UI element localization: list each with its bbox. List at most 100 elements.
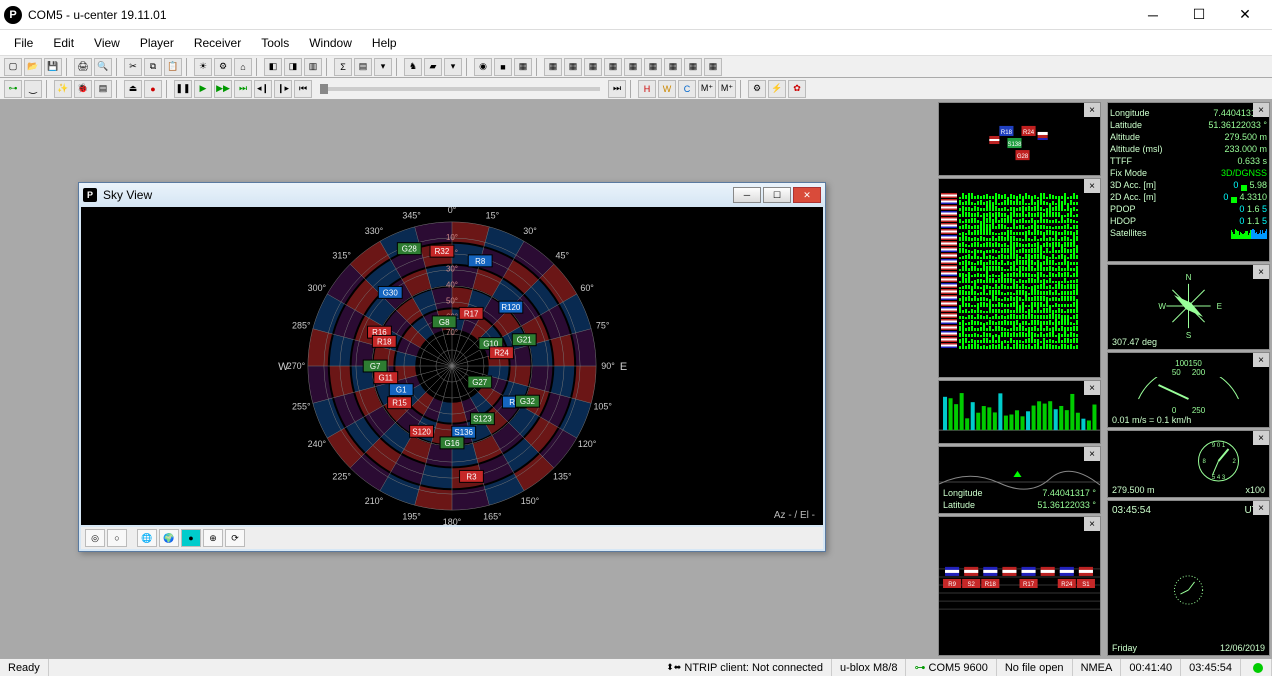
m-icon[interactable]: M⁺ xyxy=(698,80,716,98)
eject-icon[interactable]: ⏏ xyxy=(124,80,142,98)
warm-icon[interactable]: W xyxy=(658,80,676,98)
menu-file[interactable]: File xyxy=(4,32,43,54)
tool-icon[interactable]: ▤ xyxy=(354,58,372,76)
menu-view[interactable]: View xyxy=(84,32,130,54)
prev-icon[interactable]: ⏮ xyxy=(294,80,312,98)
val: 0 xyxy=(1239,204,1244,214)
pulse-icon[interactable]: ⏝ xyxy=(24,80,42,98)
panel-close-icon[interactable]: × xyxy=(1084,103,1100,117)
panel-close-icon[interactable]: × xyxy=(1253,353,1269,367)
step-back-icon[interactable]: ◂❙ xyxy=(254,80,272,98)
globe-icon[interactable]: 🌍 xyxy=(159,529,179,547)
tool-icon[interactable]: ▦ xyxy=(644,58,662,76)
svg-text:R18: R18 xyxy=(985,582,997,588)
m-icon[interactable]: M⁺ xyxy=(718,80,736,98)
menu-tools[interactable]: Tools xyxy=(251,32,299,54)
tool-icon[interactable]: ⌂ xyxy=(234,58,252,76)
tool-icon[interactable]: ⚙ xyxy=(214,58,232,76)
bug-icon[interactable]: 🐞 xyxy=(74,80,92,98)
cold-icon[interactable]: C xyxy=(678,80,696,98)
copy-icon[interactable]: ⧉ xyxy=(144,58,162,76)
svg-text:225°: 225° xyxy=(332,471,351,481)
tool-icon[interactable]: ▦ xyxy=(704,58,722,76)
tool-icon[interactable]: ▦ xyxy=(624,58,642,76)
menu-help[interactable]: Help xyxy=(362,32,407,54)
pause-icon[interactable]: ❚❚ xyxy=(174,80,192,98)
cut-icon[interactable]: ✂ xyxy=(124,58,142,76)
panel-close-icon[interactable]: × xyxy=(1084,381,1100,395)
tool-icon[interactable]: ▦ xyxy=(514,58,532,76)
tool-icon[interactable]: ▦ xyxy=(604,58,622,76)
svg-text:S138: S138 xyxy=(1007,142,1022,148)
preview-icon[interactable]: 🔍 xyxy=(94,58,112,76)
tool-icon[interactable]: ▰ xyxy=(424,58,442,76)
maximize-button[interactable]: ☐ xyxy=(1176,0,1222,30)
tool-icon[interactable]: ♞ xyxy=(404,58,422,76)
tool-icon[interactable]: ▾ xyxy=(444,58,462,76)
tool-icon[interactable]: ☀ xyxy=(194,58,212,76)
new-icon[interactable]: ▢ xyxy=(4,58,22,76)
menu-player[interactable]: Player xyxy=(130,32,184,54)
circle-icon[interactable]: ○ xyxy=(107,529,127,547)
step-fwd-icon[interactable]: ❙▸ xyxy=(274,80,292,98)
menu-receiver[interactable]: Receiver xyxy=(184,32,251,54)
status-file: No file open xyxy=(997,659,1073,676)
svg-text:G1: G1 xyxy=(396,386,407,395)
tool-icon[interactable]: ▦ xyxy=(544,58,562,76)
panel-close-icon[interactable]: × xyxy=(1084,517,1100,531)
paste-icon[interactable]: 📋 xyxy=(164,58,182,76)
tool-icon[interactable]: ▦ xyxy=(564,58,582,76)
gear-icon[interactable]: ✿ xyxy=(788,80,806,98)
open-icon[interactable]: 📂 xyxy=(24,58,42,76)
record-icon[interactable]: ● xyxy=(144,80,162,98)
nsew-icon[interactable]: ⊕ xyxy=(203,529,223,547)
toggle-icon[interactable]: ● xyxy=(181,529,201,547)
svg-text:70°: 70° xyxy=(446,328,458,337)
tool-icon[interactable]: ▦ xyxy=(584,58,602,76)
panel-close-icon[interactable]: × xyxy=(1084,179,1100,193)
skyview-close[interactable]: ✕ xyxy=(793,187,821,203)
tool-icon[interactable]: Σ xyxy=(334,58,352,76)
svg-text:315°: 315° xyxy=(332,251,351,261)
skyview-icon: P xyxy=(83,188,97,202)
fff-icon[interactable]: ⏭ xyxy=(234,80,252,98)
gear-icon[interactable]: ⚙ xyxy=(748,80,766,98)
panel-close-icon[interactable]: × xyxy=(1253,265,1269,279)
tool-icon[interactable]: ▥ xyxy=(304,58,322,76)
wand-icon[interactable]: ✨ xyxy=(54,80,72,98)
menu-window[interactable]: Window xyxy=(299,32,362,54)
play-icon[interactable]: ▶ xyxy=(194,80,212,98)
plug-icon[interactable]: ⚡ xyxy=(768,80,786,98)
scale-icon[interactable]: ⟳ xyxy=(225,529,245,547)
panel-close-icon[interactable]: × xyxy=(1253,431,1269,445)
globe-icon[interactable]: 🌐 xyxy=(137,529,157,547)
scan-icon[interactable]: ▤ xyxy=(94,80,112,98)
ff-icon[interactable]: ▶▶ xyxy=(214,80,232,98)
connect-icon[interactable]: ⊶ xyxy=(4,80,22,98)
svg-text:8: 8 xyxy=(1203,459,1207,465)
lbl: Altitude (msl) xyxy=(1110,143,1163,155)
print-icon[interactable]: 🖨 xyxy=(74,58,92,76)
tool-icon[interactable]: ◧ xyxy=(264,58,282,76)
panel-close-icon[interactable]: × xyxy=(1253,103,1269,117)
tool-icon[interactable]: ▦ xyxy=(684,58,702,76)
tool-icon[interactable]: ▾ xyxy=(374,58,392,76)
close-button[interactable]: ✕ xyxy=(1222,0,1268,30)
target-icon[interactable]: ◎ xyxy=(85,529,105,547)
tool-icon[interactable]: ◉ xyxy=(474,58,492,76)
panel-close-icon[interactable]: × xyxy=(1253,501,1269,515)
panel-close-icon[interactable]: × xyxy=(1084,447,1100,461)
hot-icon[interactable]: H xyxy=(638,80,656,98)
menu-edit[interactable]: Edit xyxy=(43,32,84,54)
tool-icon[interactable]: ▦ xyxy=(664,58,682,76)
save-icon[interactable]: 💾 xyxy=(44,58,62,76)
minimize-button[interactable]: ─ xyxy=(1130,0,1176,30)
next-icon[interactable]: ⏭ xyxy=(608,80,626,98)
lat-label: Latitude xyxy=(943,499,975,511)
svg-text:50°: 50° xyxy=(446,296,458,305)
playback-slider[interactable] xyxy=(320,87,600,91)
tool-icon[interactable]: ■ xyxy=(494,58,512,76)
tool-icon[interactable]: ◨ xyxy=(284,58,302,76)
skyview-max[interactable]: ☐ xyxy=(763,187,791,203)
skyview-min[interactable]: ─ xyxy=(733,187,761,203)
